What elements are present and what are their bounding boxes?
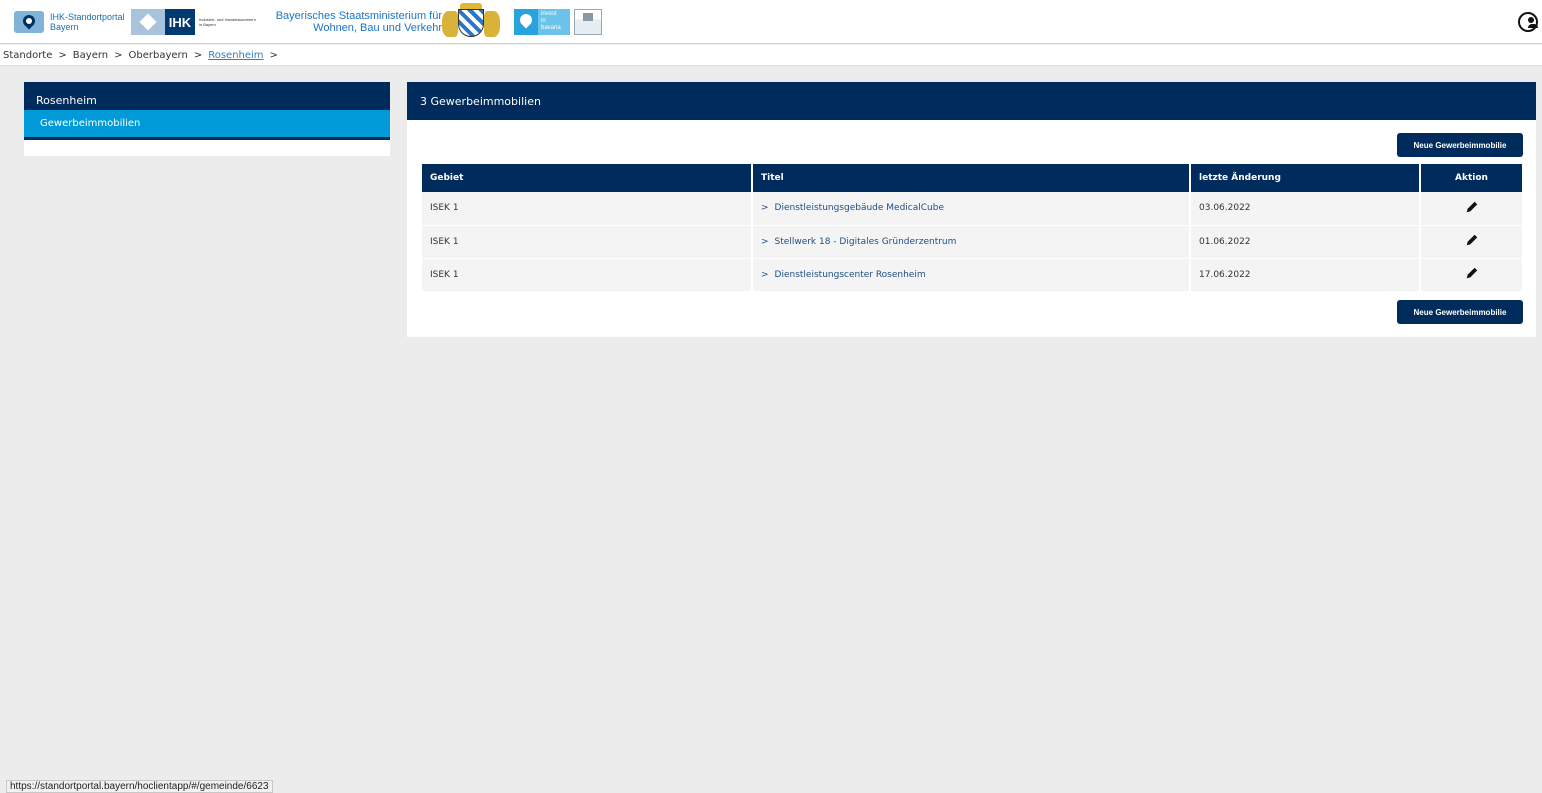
cell-aktion <box>1420 225 1522 259</box>
cell-gebiet: ISEK 1 <box>422 258 753 292</box>
cell-aktion <box>1420 258 1522 292</box>
pencil-icon[interactable] <box>1465 233 1479 247</box>
breadcrumb-separator: > <box>193 49 203 61</box>
panel-title: 3 Gewerbeimmobilien <box>407 82 1536 120</box>
breadcrumb-separator: > <box>58 49 67 61</box>
invest-line2: in <box>541 18 546 24</box>
titel-link[interactable]: > Dienstleistungsgebäude MedicalCube <box>761 203 944 213</box>
cell-datum: 03.06.2022 <box>1190 192 1421 226</box>
new-gewerbeimmobilie-button-bottom[interactable]: Neue Gewerbeimmobilie <box>1397 300 1523 324</box>
table-header-row: Gebiet Titel letzte Änderung Aktion <box>422 164 1522 192</box>
cell-gebiet: ISEK 1 <box>422 192 753 226</box>
gewerbeimmobilien-panel: 3 Gewerbeimmobilien Neue Gewerbeimmobili… <box>407 82 1536 337</box>
chevron-right-icon: > <box>761 236 769 247</box>
breadcrumb-separator: > <box>114 49 123 61</box>
breadcrumb-separator: > <box>269 49 278 61</box>
gewerbeimmobilien-table: Gebiet Titel letzte Änderung Aktion ISEK… <box>422 164 1522 292</box>
breadcrumb-standorte[interactable]: Standorte <box>3 50 52 61</box>
new-gewerbeimmobilie-button-top[interactable]: Neue Gewerbeimmobilie <box>1397 133 1523 157</box>
ihk-word: IHK <box>165 9 195 35</box>
cell-aktion <box>1420 192 1522 226</box>
chevron-right-icon: > <box>761 203 769 214</box>
portal-logo-line2: Bayern <box>50 22 79 32</box>
breadcrumb-bayern[interactable]: Bayern <box>73 50 108 61</box>
cell-gebiet: ISEK 1 <box>422 225 753 259</box>
pencil-icon[interactable] <box>1465 200 1479 214</box>
invest-in-bavaria-logo[interactable]: invest in bavaria <box>514 3 614 41</box>
titel-text: Dienstleistungsgebäude MedicalCube <box>774 203 945 214</box>
ministry-line1: Bayerisches Staatsministerium für <box>275 10 442 22</box>
table-row: ISEK 1 > Stellwerk 18 - Digitales Gründer… <box>422 225 1522 259</box>
invest-line1: invest <box>541 11 557 17</box>
sidebar-title: Rosenheim <box>24 82 390 110</box>
column-header-letzte-aenderung[interactable]: letzte Änderung <box>1190 164 1421 192</box>
cell-datum: 17.06.2022 <box>1190 258 1421 292</box>
ihk-logo[interactable]: IHK Industrie- und Handelskammern in Bay… <box>131 3 271 41</box>
sidebar-item-gewerbeimmobilien[interactable]: Gewerbeimmobilien <box>24 110 390 140</box>
column-header-aktion: Aktion <box>1420 164 1522 192</box>
bavaria-map-icon <box>14 11 44 33</box>
portal-logo-line1: IHK-Standortportal <box>50 12 125 22</box>
breadcrumb-oberbayern[interactable]: Oberbayern <box>129 50 188 61</box>
cell-titel: > Stellwerk 18 - Digitales Gründerzentrum <box>752 225 1191 259</box>
cell-datum: 01.06.2022 <box>1190 225 1421 259</box>
ministry-line2: Wohnen, Bau und Verkehr <box>313 22 442 34</box>
ministry-logo[interactable]: Bayerisches Staatsministerium für Wohnen… <box>272 3 442 41</box>
location-pin-icon <box>514 9 538 35</box>
chevron-right-icon: > <box>761 269 769 280</box>
breadcrumb: Standorte > Bayern > Oberbayern > Rosenh… <box>0 45 1542 66</box>
table-row: ISEK 1 > Dienstleistungsgebäude MedicalCu… <box>422 192 1522 226</box>
portal-logo[interactable]: IHK-Standortportal Bayern <box>14 3 126 41</box>
titel-text: Dienstleistungscenter Rosenheim <box>774 269 926 280</box>
top-header: IHK-Standortportal Bayern IHK Industrie-… <box>0 0 1542 44</box>
pencil-icon[interactable] <box>1465 266 1479 280</box>
cell-titel: > Dienstleistungsgebäude MedicalCube <box>752 192 1191 226</box>
sidebar: Rosenheim Gewerbeimmobilien <box>24 82 390 156</box>
titel-link[interactable]: > Dienstleistungscenter Rosenheim <box>761 270 926 280</box>
table-row: ISEK 1 > Dienstleistungscenter Rosenheim … <box>422 258 1522 292</box>
titel-text: Stellwerk 18 - Digitales Gründerzentrum <box>774 236 957 247</box>
cell-titel: > Dienstleistungscenter Rosenheim <box>752 258 1191 292</box>
column-header-gebiet[interactable]: Gebiet <box>422 164 753 192</box>
titel-link[interactable]: > Stellwerk 18 - Digitales Gründerzentrum <box>761 237 956 247</box>
bavarian-coat-of-arms-icon <box>440 3 506 41</box>
column-header-titel[interactable]: Titel <box>752 164 1191 192</box>
status-bar-url: https://standortportal.bayern/hoclientap… <box>6 780 273 793</box>
ihk-subtitle: Industrie- und Handelskammern in Bayern <box>199 17 256 27</box>
user-account-button[interactable] <box>1518 12 1538 32</box>
breadcrumb-rosenheim[interactable]: Rosenheim <box>208 50 263 61</box>
invest-line3: bavaria <box>541 25 561 31</box>
ministry-seal-icon <box>574 9 602 35</box>
ihk-diamond-icon <box>131 9 165 35</box>
